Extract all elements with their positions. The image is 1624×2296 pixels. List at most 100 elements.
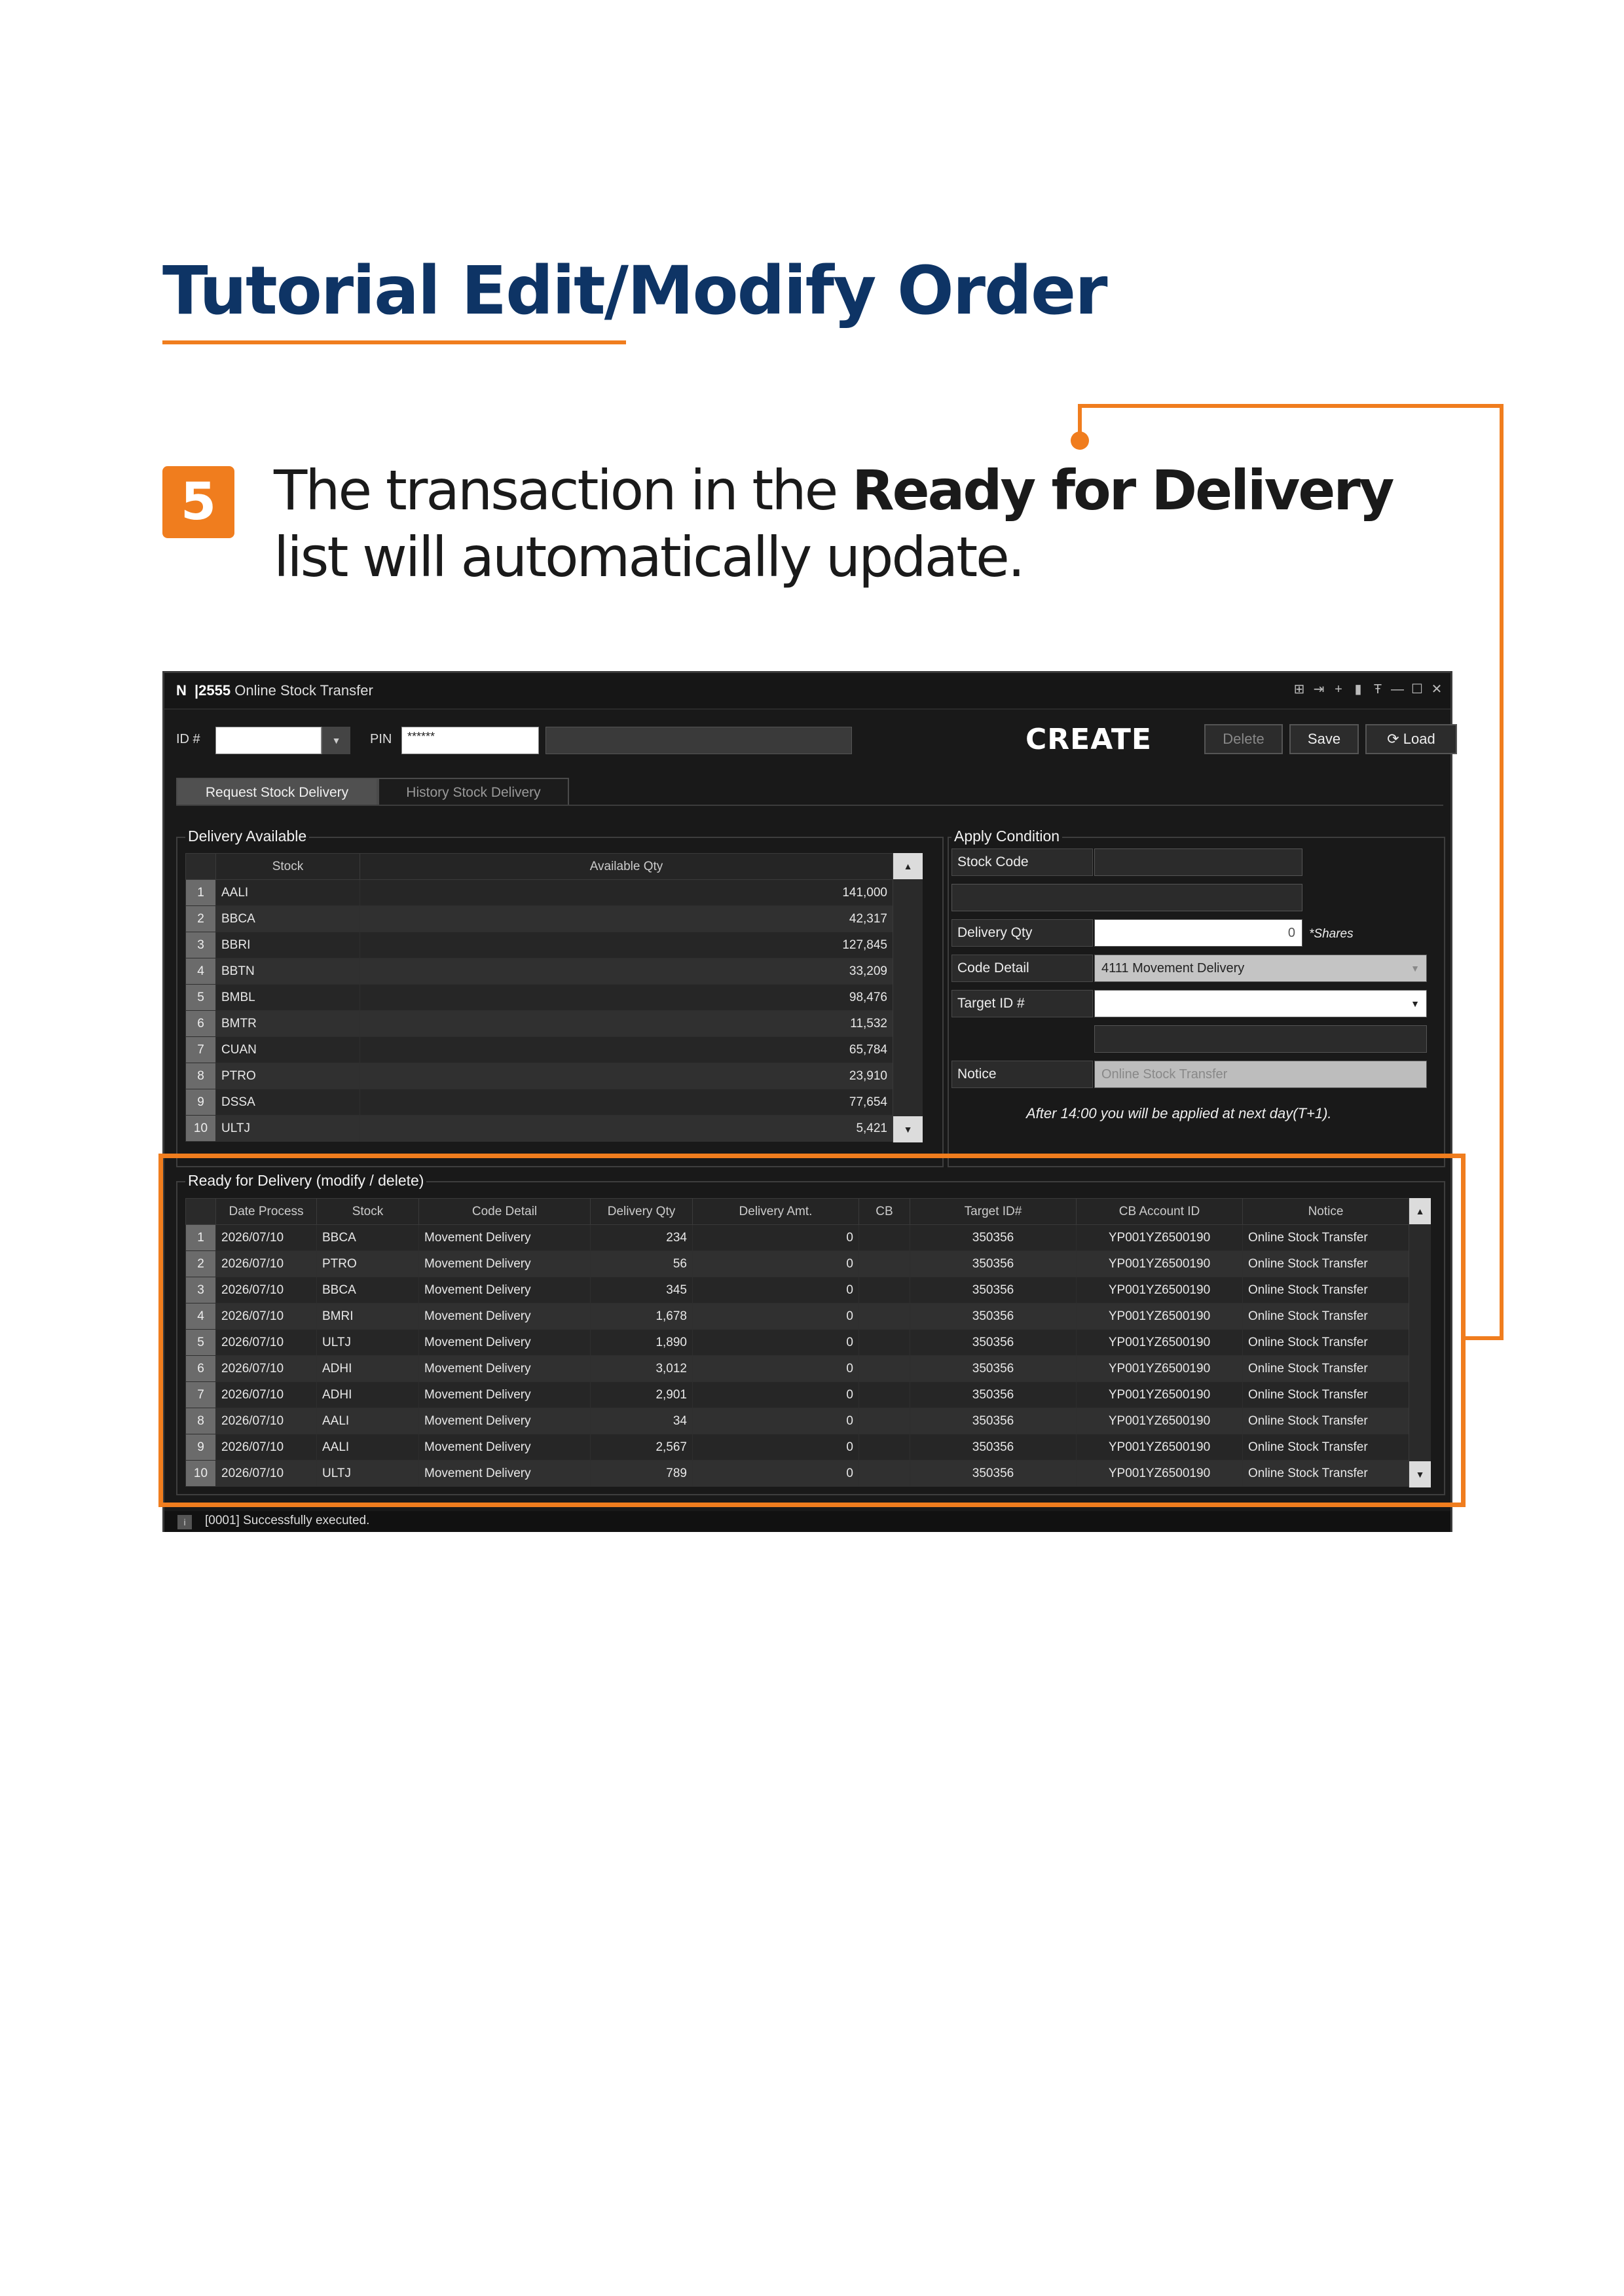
- table-row[interactable]: 2 BBCA 42,317: [185, 905, 893, 932]
- available-qty-cell: 127,845: [360, 932, 893, 958]
- table-row[interactable]: 1 AALI 141,000: [185, 879, 893, 906]
- font-size-icon[interactable]: Ŧ: [1371, 681, 1385, 698]
- step-badge: 5: [162, 466, 234, 538]
- shares-note: *Shares: [1309, 927, 1354, 941]
- stock-cell: BBRI: [215, 932, 360, 958]
- row-number: 9: [185, 1089, 216, 1116]
- tab-history-stock-delivery[interactable]: History Stock Delivery: [378, 778, 569, 805]
- stock-cell: BBCA: [215, 905, 360, 932]
- available-qty-cell: 65,784: [360, 1036, 893, 1063]
- table-row[interactable]: 5 BMBL 98,476: [185, 984, 893, 1011]
- notice-input[interactable]: Online Stock Transfer: [1094, 1061, 1427, 1088]
- target-name-field: [1094, 1025, 1427, 1053]
- load-button-label: Load: [1403, 731, 1435, 747]
- delivery-available-title: Delivery Available: [185, 828, 310, 845]
- stock-cell: CUAN: [215, 1036, 360, 1063]
- id-label: ID #: [176, 732, 200, 746]
- stock-cell: BMTR: [215, 1010, 360, 1037]
- column-header-available-qty[interactable]: Available Qty: [360, 853, 893, 880]
- tab-request-stock-delivery[interactable]: Request Stock Delivery: [176, 778, 378, 805]
- screen-code: |2555: [194, 682, 231, 699]
- window-controls: ⊞ ⇥ + ▮ Ŧ — ☐ ✕: [1292, 681, 1444, 698]
- notice-label: Notice: [951, 1061, 1093, 1088]
- scroll-down-icon[interactable]: ▼: [893, 1116, 923, 1142]
- code-detail-select[interactable]: 4111 Movement Delivery ▼: [1094, 955, 1427, 982]
- table-row[interactable]: 10 ULTJ 5,421: [185, 1115, 893, 1142]
- app-logo: N: [176, 682, 187, 699]
- available-qty-cell: 77,654: [360, 1089, 893, 1116]
- row-number: 8: [185, 1063, 216, 1089]
- status-bar: i [0001] Successfully executed.: [164, 1511, 1450, 1532]
- connector-line: [1500, 404, 1504, 1340]
- grid-icon[interactable]: ⊞: [1292, 681, 1306, 698]
- connector-dot: [1071, 431, 1089, 450]
- step-text: The transaction in the Ready for Deliver…: [274, 457, 1466, 591]
- delete-button[interactable]: Delete: [1204, 724, 1283, 754]
- available-qty-cell: 141,000: [360, 879, 893, 906]
- table-row[interactable]: 3 BBRI 127,845: [185, 932, 893, 958]
- chevron-down-icon: ▼: [1411, 998, 1420, 1009]
- row-number: 2: [185, 905, 216, 932]
- connector-line: [1078, 404, 1504, 408]
- delivery-qty-input[interactable]: 0: [1094, 919, 1302, 947]
- window-title: |2555 Online Stock Transfer: [194, 682, 373, 699]
- stock-cell: ULTJ: [215, 1115, 360, 1142]
- pin-status-field: [545, 727, 852, 754]
- table-row[interactable]: 6 BMTR 11,532: [185, 1010, 893, 1037]
- maximize-icon[interactable]: ☐: [1410, 681, 1424, 698]
- connector-line: [1464, 1336, 1504, 1340]
- close-icon[interactable]: ✕: [1430, 681, 1444, 698]
- scroll-up-icon[interactable]: ▲: [893, 853, 923, 879]
- row-number: 3: [185, 932, 216, 958]
- stock-cell: PTRO: [215, 1063, 360, 1089]
- target-id-label: Target ID #: [951, 990, 1093, 1017]
- minimize-icon[interactable]: —: [1390, 681, 1405, 698]
- id-dropdown-button[interactable]: ▼: [322, 727, 350, 754]
- tutorial-title: Tutorial Edit/Modify Order: [162, 252, 1107, 330]
- save-button[interactable]: Save: [1289, 724, 1359, 754]
- ready-for-delivery-highlight: [158, 1154, 1466, 1507]
- stock-cell: BMBL: [215, 984, 360, 1011]
- pin-input[interactable]: ******: [401, 727, 539, 754]
- chevron-down-icon: ▼: [1411, 963, 1420, 974]
- plus-icon[interactable]: +: [1331, 681, 1346, 698]
- load-button[interactable]: ⟳ Load: [1365, 724, 1457, 754]
- step-text-bold: Ready for Delivery: [851, 458, 1395, 522]
- screen-name: Online Stock Transfer: [234, 682, 373, 699]
- row-number: 1: [185, 879, 216, 906]
- available-qty-cell: 42,317: [360, 905, 893, 932]
- step-text-part-1: The transaction in the: [274, 458, 852, 522]
- available-qty-cell: 11,532: [360, 1010, 893, 1037]
- cutoff-hint: After 14:00 you will be applied at next …: [1026, 1105, 1332, 1121]
- available-qty-cell: 98,476: [360, 984, 893, 1011]
- exit-icon[interactable]: ⇥: [1312, 681, 1326, 698]
- target-id-select[interactable]: ▼: [1094, 990, 1427, 1017]
- code-detail-value: 4111 Movement Delivery: [1101, 961, 1245, 975]
- available-qty-cell: 5,421: [360, 1115, 893, 1142]
- info-icon: i: [177, 1515, 192, 1529]
- trash-icon[interactable]: ▮: [1351, 681, 1365, 698]
- row-number: 5: [185, 984, 216, 1011]
- title-underline: [162, 340, 626, 344]
- delivery-available-table: Stock Available Qty 1 AALI 141,000 2 BBCA 42,…: [185, 853, 893, 1142]
- apply-condition-title: Apply Condition: [951, 828, 1063, 845]
- column-header-stock[interactable]: Stock: [215, 853, 360, 880]
- row-number: 10: [185, 1115, 216, 1142]
- stock-code-label: Stock Code: [951, 848, 1093, 876]
- row-number: 7: [185, 1036, 216, 1063]
- available-qty-cell: 33,209: [360, 958, 893, 985]
- stock-cell: BBTN: [215, 958, 360, 985]
- table-row[interactable]: 4 BBTN 33,209: [185, 958, 893, 985]
- table-row[interactable]: 8 PTRO 23,910: [185, 1063, 893, 1089]
- id-input[interactable]: [215, 727, 322, 754]
- mode-label: CREATE: [1025, 723, 1152, 756]
- available-qty-cell: 23,910: [360, 1063, 893, 1089]
- code-detail-label: Code Detail: [951, 955, 1093, 982]
- delivery-qty-label: Delivery Qty: [951, 919, 1093, 947]
- notice-placeholder: Online Stock Transfer: [1101, 1067, 1228, 1082]
- table-row[interactable]: 9 DSSA 77,654: [185, 1089, 893, 1116]
- table-row[interactable]: 7 CUAN 65,784: [185, 1036, 893, 1063]
- stock-code-input[interactable]: [1094, 848, 1302, 876]
- delivery-available-scrollbar[interactable]: ▲ ▼: [893, 853, 923, 1142]
- pin-label: PIN: [370, 732, 392, 746]
